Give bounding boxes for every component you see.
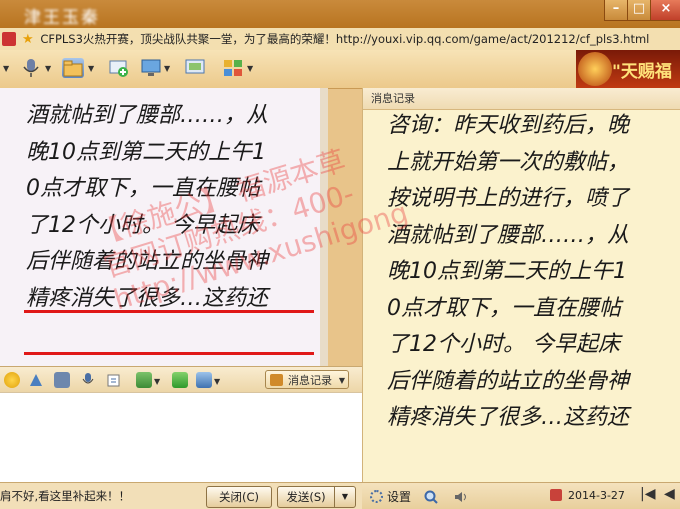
title-bar[interactable]: 津王玉秦 – □ ×	[0, 0, 680, 28]
apps-grid-button[interactable]	[222, 58, 244, 78]
red-underline	[24, 352, 314, 355]
chevron-down-icon[interactable]: ▼	[154, 377, 160, 386]
chevron-down-icon[interactable]: ▼	[247, 64, 253, 73]
announcement-bar[interactable]: ★ CFPLS3火热开赛，顶尖战队共聚一堂，为了最高的荣耀！http://you…	[0, 28, 680, 50]
record-panel-header: 消息记录	[363, 88, 680, 110]
chevron-down-icon[interactable]: ▼	[3, 64, 9, 73]
record-line: 咨询：昨天收到药后，晚	[387, 113, 630, 138]
image-icon[interactable]	[136, 372, 152, 388]
chat-message-body: 酒就帖到了腰部……，从 晚10点到第二天的上午1 0点才取下，一直在腰帖 了12…	[26, 98, 268, 317]
announcement-text[interactable]: CFPLS3火热开赛，顶尖战队共聚一堂，为了最高的荣耀！http://youxi…	[40, 32, 649, 46]
app-icon	[2, 32, 16, 46]
bottom-bar: 肩不好,看这里补起来！！ 关闭(C) 发送(S) ▼	[0, 482, 362, 509]
ad-tip-link[interactable]: 肩不好,看这里补起来！！	[0, 488, 130, 504]
record-line: 后伴随着的站立的坐骨神	[387, 368, 630, 394]
message-record-panel[interactable]: 消息记录 咨询：昨天收到药后，晚 上就开始第一次的敷帖， 按说明书上的进行，喷了…	[362, 88, 680, 482]
close-button[interactable]: 关闭(C)	[206, 486, 272, 508]
message-record-button[interactable]: 消息记录 ▼	[265, 370, 349, 389]
send-options-button[interactable]: ▼	[334, 486, 356, 508]
ad-text: "天赐福	[612, 62, 672, 82]
chat-line: 后伴随着的站立的坐骨神	[26, 249, 269, 274]
note-icon	[107, 374, 120, 387]
chat-history-panel[interactable]: 酒就帖到了腰部……，从 晚10点到第二天的上午1 0点才取下，一直在腰帖 了12…	[0, 88, 320, 366]
history-icon	[270, 374, 283, 386]
record-message-body: 咨询：昨天收到药后，晚 上就开始第一次的敷帖， 按说明书上的进行，喷了 酒就帖到…	[387, 108, 629, 437]
ad-banner[interactable]: "天赐福	[576, 50, 680, 88]
minimize-button[interactable]: –	[604, 0, 628, 21]
message-record-label: 消息记录	[288, 374, 332, 387]
gift-icon[interactable]	[172, 372, 188, 388]
screenshot-icon[interactable]	[54, 372, 70, 388]
chevron-down-icon[interactable]: ▼	[164, 64, 170, 73]
microphone-button[interactable]	[20, 58, 42, 78]
grid-icon	[224, 60, 242, 76]
chevron-down-icon[interactable]: ▼	[88, 64, 94, 73]
folder-transfer-button[interactable]	[62, 58, 84, 78]
send-button[interactable]: 发送(S)	[277, 486, 335, 508]
chat-line: 0点才取下，一直在腰帖	[26, 176, 260, 201]
message-input[interactable]	[0, 392, 362, 483]
record-line: 按说明书上的进行，喷了	[387, 186, 630, 211]
date-value: 2014-3-27	[568, 489, 625, 502]
settings-button[interactable]: 设置	[370, 488, 411, 505]
chat-line: 晚10点到第二天的上午1	[26, 139, 266, 165]
sound-button[interactable]	[454, 489, 468, 503]
speaker-icon	[455, 492, 466, 502]
minimize-icon: –	[612, 1, 620, 16]
maximize-icon: □	[632, 1, 646, 16]
search-icon	[424, 490, 438, 504]
game-logo-icon	[578, 52, 612, 86]
add-app-button[interactable]	[108, 58, 130, 78]
font-style-button[interactable]	[28, 372, 44, 388]
calendar-icon	[550, 489, 562, 501]
date-picker[interactable]: 2014-3-27	[550, 489, 625, 502]
chat-line: 酒就帖到了腰部……，从	[26, 103, 269, 128]
chevron-down-icon[interactable]: ▼	[45, 64, 51, 73]
record-line: 上就开始第一次的敷帖，	[387, 149, 630, 175]
chevron-down-icon: ▼	[338, 376, 345, 385]
search-button[interactable]	[424, 489, 438, 504]
record-line: 了12个小时。 今早起床	[387, 332, 620, 357]
maximize-button[interactable]: □	[627, 0, 651, 21]
shake-window-button[interactable]	[106, 372, 122, 388]
monitor-icon	[141, 59, 161, 76]
close-window-button[interactable]: ×	[650, 0, 680, 21]
first-page-button[interactable]: |◀	[640, 486, 655, 502]
video-show-button[interactable]	[184, 58, 206, 78]
screen-capture-icon[interactable]	[196, 372, 212, 388]
red-underline	[24, 310, 314, 313]
record-footer: 设置 2014-3-27 |◀ ◀	[362, 482, 680, 509]
gear-icon	[370, 490, 383, 503]
microphone-icon	[82, 373, 94, 384]
record-line: 酒就帖到了腰部……，从	[387, 222, 630, 248]
record-line: 精疼消失了很多…这药还	[387, 405, 630, 430]
input-toolbar: ▼ ▼ 消息记录 ▼	[0, 366, 362, 393]
presentation-icon	[185, 59, 205, 74]
add-screen-icon	[109, 60, 128, 77]
voice-message-button[interactable]	[80, 372, 96, 388]
chevron-down-icon[interactable]: ▼	[214, 377, 220, 386]
chat-scrollbar[interactable]	[320, 88, 328, 366]
font-icon	[30, 374, 42, 386]
record-line: 0点才取下，一直在腰帖	[387, 295, 621, 321]
screen-share-button[interactable]	[140, 58, 162, 78]
window-title: 津王玉秦	[24, 8, 100, 28]
chat-line: 了12个小时。 今早起床	[26, 212, 259, 238]
settings-label: 设置	[387, 490, 412, 504]
close-icon: ×	[660, 1, 672, 16]
prev-page-button[interactable]: ◀	[664, 486, 675, 502]
microphone-icon	[23, 59, 39, 77]
record-line: 晚10点到第二天的上午1	[387, 259, 627, 284]
chevron-down-icon: ▼	[341, 492, 349, 501]
emoji-icon[interactable]	[4, 372, 20, 388]
star-icon: ★	[22, 32, 34, 47]
folder-icon	[63, 60, 83, 77]
